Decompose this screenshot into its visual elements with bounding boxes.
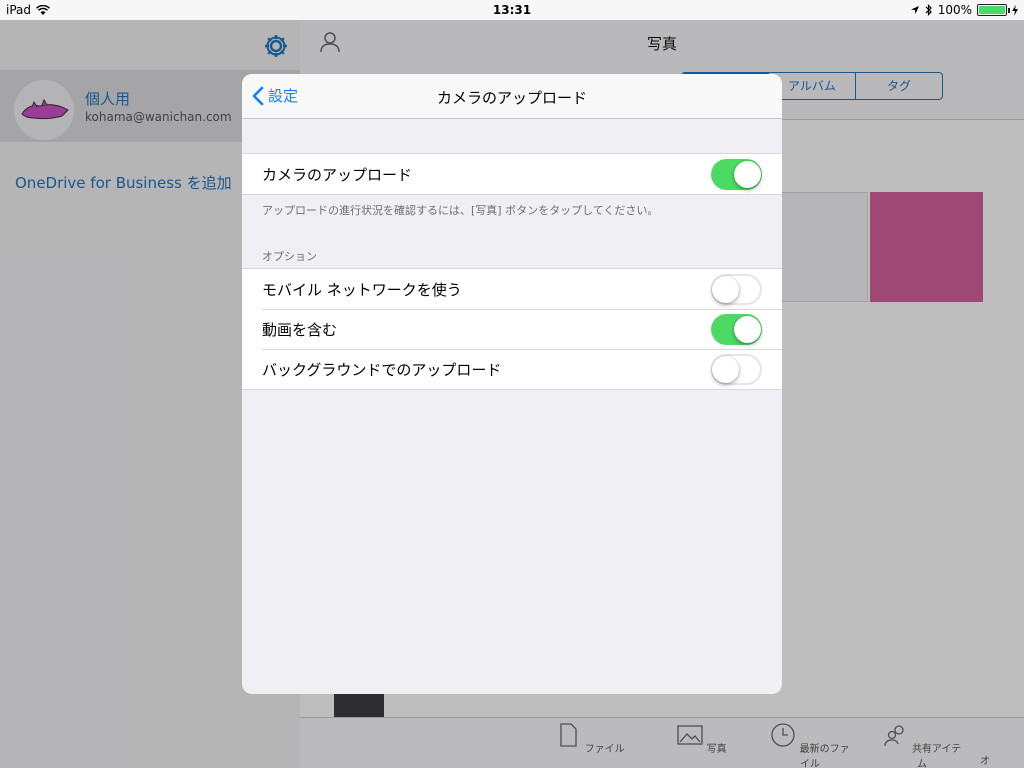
upload-progress-note: アップロードの進行状況を確認するには、[写真] ボタンをタップしてください。	[262, 204, 659, 217]
dialog-nav-bar: 設定 カメラのアップロード	[242, 74, 782, 119]
mobile-network-toggle[interactable]	[711, 274, 762, 305]
charging-bolt-icon	[1012, 4, 1018, 16]
background-upload-row: バックグラウンドでのアップロード	[242, 349, 782, 389]
bluetooth-icon	[925, 4, 932, 16]
mobile-network-label: モバイル ネットワークを使う	[262, 281, 462, 299]
include-videos-toggle[interactable]	[711, 314, 762, 345]
status-bar: iPad 13:31 100%	[0, 0, 1024, 20]
clock: 13:31	[492, 3, 532, 17]
camera-upload-row: カメラのアップロード	[242, 154, 782, 194]
camera-upload-toggle[interactable]	[711, 159, 762, 190]
location-arrow-icon	[910, 6, 919, 14]
options-group: モバイル ネットワークを使う 動画を含む バックグラウンドでのアップロード	[242, 268, 782, 390]
mobile-network-row: モバイル ネットワークを使う	[242, 269, 782, 309]
camera-upload-group: カメラのアップロード	[242, 153, 782, 195]
battery-icon	[977, 4, 1010, 16]
options-header: オプション	[262, 250, 317, 263]
dialog-title: カメラのアップロード	[436, 89, 587, 107]
include-videos-label: 動画を含む	[262, 321, 338, 339]
camera-upload-dialog: 設定 カメラのアップロード カメラのアップロード アップロードの進行状況を確認す…	[242, 74, 782, 694]
background-upload-toggle[interactable]	[711, 354, 762, 385]
background-upload-label: バックグラウンドでのアップロード	[262, 361, 502, 379]
battery-percent: 100%	[937, 3, 972, 17]
include-videos-row: 動画を含む	[242, 309, 782, 349]
camera-upload-label: カメラのアップロード	[262, 166, 413, 184]
